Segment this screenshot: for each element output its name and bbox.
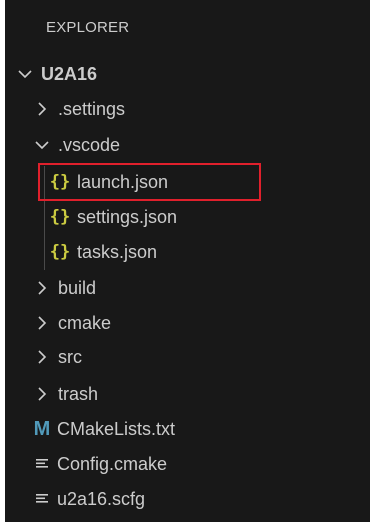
selection-highlight-box: [38, 163, 261, 201]
chevron-right-icon: [32, 347, 52, 367]
tree-item-label: trash: [58, 383, 99, 404]
tree-item-cmake-folder[interactable]: cmake: [5, 306, 370, 340]
tree-item-label: .settings: [58, 98, 126, 119]
tree-item-cmakelists-txt[interactable]: M CMakeLists.txt: [5, 412, 370, 446]
lines-icon: [31, 457, 53, 471]
tree-item-build-folder[interactable]: build: [5, 271, 370, 305]
tree-item-config-cmake[interactable]: Config.cmake: [5, 447, 370, 481]
tree-item-label: src: [58, 346, 82, 367]
explorer-panel: EXPLORER U2A16 .settings .vscode {} laun…: [5, 0, 370, 522]
tree-item-label: CMakeLists.txt: [57, 418, 176, 439]
tree-item-tasks-json[interactable]: {} tasks.json: [5, 235, 370, 269]
tree-item-u2a16-scfg[interactable]: u2a16.scfg: [5, 482, 370, 516]
tree-item-label: u2a16.scfg: [57, 488, 146, 509]
chevron-right-icon: [32, 384, 52, 404]
markdown-icon: M: [33, 417, 51, 440]
root-folder-label: U2A16: [41, 63, 98, 84]
tree-item-label: settings.json: [77, 206, 178, 227]
chevron-down-icon: [32, 135, 52, 155]
json-braces-icon: {}: [49, 242, 71, 262]
tree-item-trash-folder[interactable]: trash: [5, 377, 370, 411]
tree-item-src-folder[interactable]: src: [5, 340, 370, 374]
root-folder-u2a16[interactable]: U2A16: [5, 57, 370, 91]
tree-item-label: tasks.json: [77, 241, 158, 262]
tree-item-label: build: [58, 277, 97, 298]
explorer-title: EXPLORER: [46, 19, 130, 36]
chevron-right-icon: [32, 99, 52, 119]
tree-item-label: Config.cmake: [57, 453, 168, 474]
chevron-down-icon: [15, 64, 35, 84]
tree-item-settings-folder[interactable]: .settings: [5, 92, 370, 126]
tree-item-vscode-folder[interactable]: .vscode: [5, 128, 370, 162]
tree-item-label: .vscode: [58, 134, 121, 155]
tree-item-settings-json[interactable]: {} settings.json: [5, 200, 370, 234]
tree-item-label: cmake: [58, 312, 112, 333]
json-braces-icon: {}: [49, 207, 71, 227]
lines-icon: [31, 492, 53, 506]
chevron-right-icon: [32, 278, 52, 298]
chevron-right-icon: [32, 313, 52, 333]
